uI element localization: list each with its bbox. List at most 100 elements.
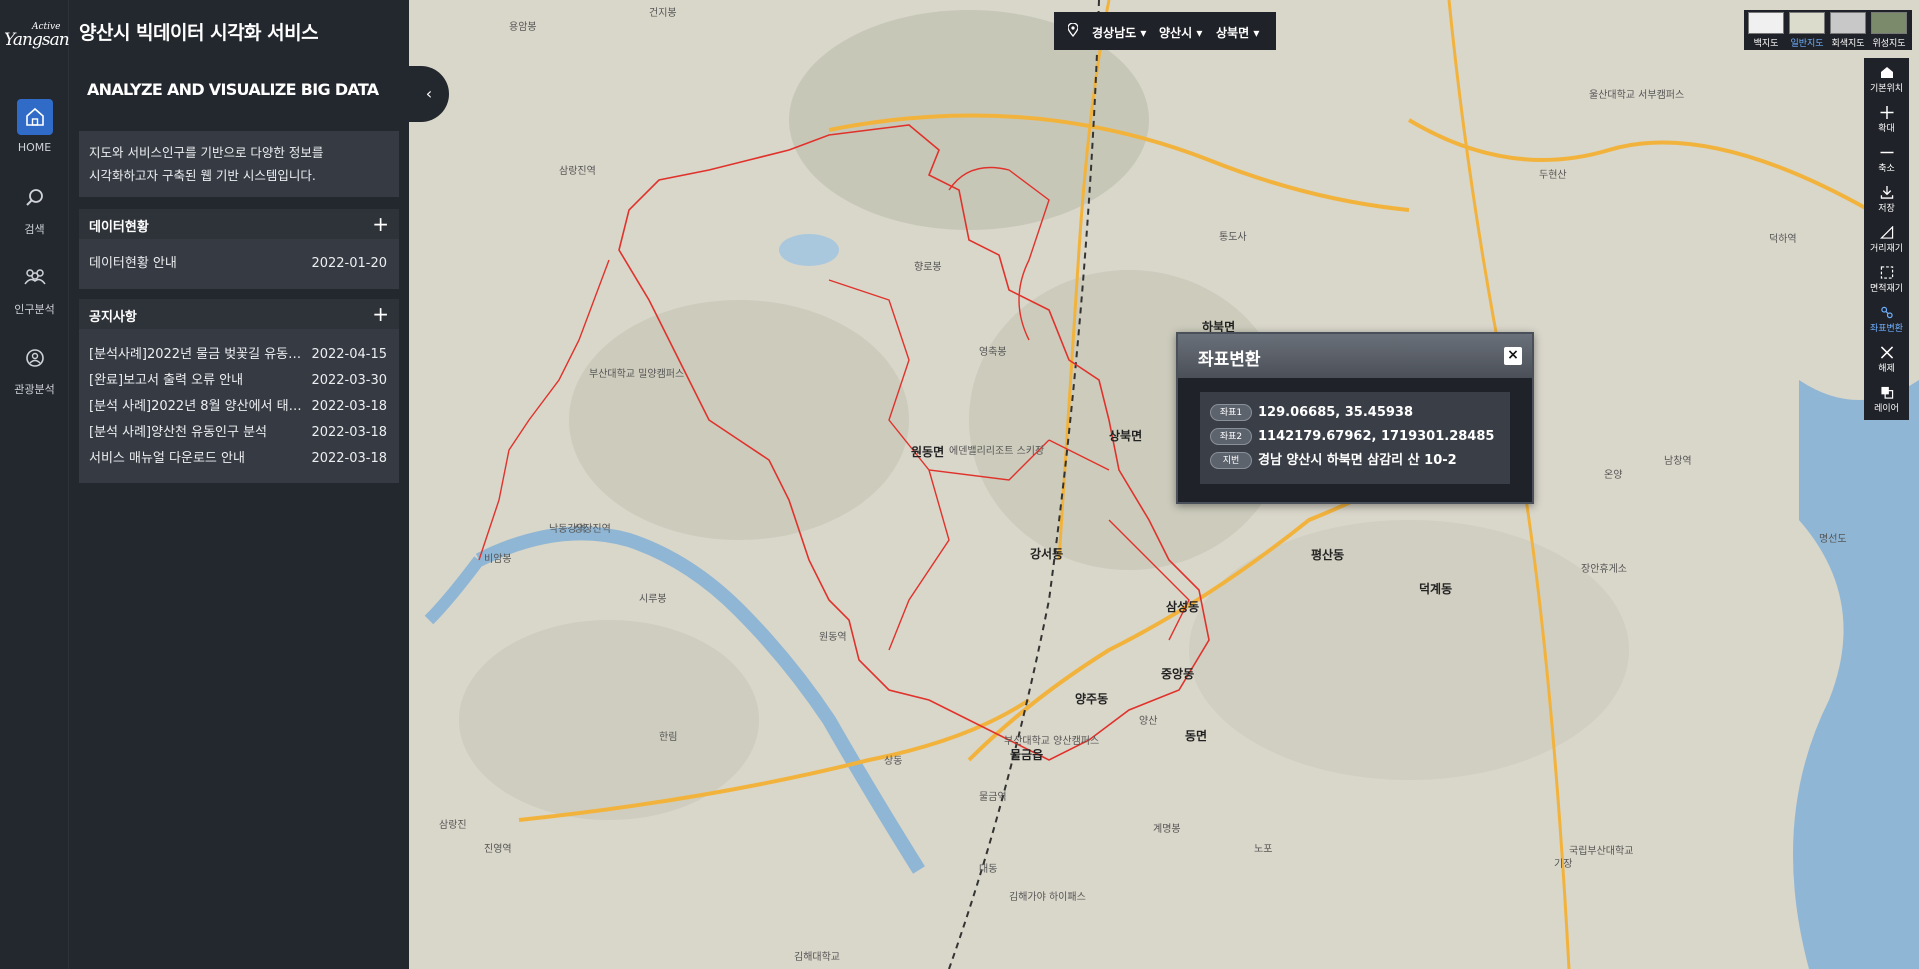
map-label: 노포 xyxy=(1254,844,1273,855)
list-item[interactable]: [분석사례]2022년 물금 벚꽃길 유동인구 분석 2022-04-15 xyxy=(79,342,399,368)
map-label: 부산대학교 밀양캠퍼스 xyxy=(589,369,685,380)
nav-item-population[interactable]: 인구분석 xyxy=(0,259,69,329)
notices-title: 공지사항 xyxy=(89,310,137,325)
tool-default-position[interactable]: 기본위치 xyxy=(1864,60,1909,100)
nav-label-tourism: 관광분석 xyxy=(14,383,55,396)
district-select[interactable]: 상북면 ▾ xyxy=(1216,24,1259,41)
coordinate-tag: 좌표1 xyxy=(1210,404,1252,421)
map-label: 온양 xyxy=(1604,470,1623,481)
basemap-label: 위성지도 xyxy=(1872,39,1906,49)
intro-line-1: 지도와 서비스인구를 기반으로 다양한 정보를 xyxy=(89,145,324,160)
map-label: 김해대학교 xyxy=(794,952,840,963)
coordinate-tag: 좌표2 xyxy=(1210,428,1252,445)
coordinate-row: 좌표2 1142179.67962, 1719301.28485 xyxy=(1210,425,1500,449)
map-label: 장안휴게소 xyxy=(1581,564,1627,575)
map-toolbar: 기본위치 확대 축소 저장 거리재기 면적재기 좌표변환 해제 레이어 xyxy=(1864,58,1909,420)
map-label: 남창역 xyxy=(1664,456,1692,467)
yangsan-logo[interactable]: Active Yangsan xyxy=(2,18,70,58)
list-item-title: 데이터현황 안내 xyxy=(89,256,177,271)
coordinate-icon xyxy=(1864,306,1909,319)
tool-label: 축소 xyxy=(1878,164,1895,174)
coordinate-row: 지번 경남 양산시 하북면 삼감리 산 10-2 xyxy=(1210,449,1500,473)
notices-header: 공지사항 + xyxy=(79,299,399,329)
intro-line-2: 시각화하고자 구축된 웹 기반 시스템입니다. xyxy=(89,168,316,183)
zoom-out-icon xyxy=(1864,146,1909,159)
basemap-label: 일반지도 xyxy=(1790,39,1824,49)
basemap-label: 회색지도 xyxy=(1831,39,1865,49)
tool-label: 확대 xyxy=(1878,124,1895,134)
map-label: 향로봉 xyxy=(914,262,942,273)
basemap-thumbnail xyxy=(1789,12,1825,34)
district-label: 원동면 xyxy=(911,445,945,459)
tool-label: 좌표변환 xyxy=(1869,324,1904,334)
list-item-title: [완료]보고서 출력 오류 안내 xyxy=(89,373,244,388)
map-label: 삼랑진 xyxy=(439,820,467,831)
coordinate-row: 좌표1 129.06685, 35.45938 xyxy=(1210,401,1500,425)
basemap-thumbnail xyxy=(1830,12,1866,34)
nav-item-search[interactable]: 검색 xyxy=(0,179,69,249)
basemap-thumbnail xyxy=(1871,12,1907,34)
map-label: 비암봉 xyxy=(484,554,512,565)
nav-label-population: 인구분석 xyxy=(14,303,55,316)
province-select[interactable]: 경상남도 ▾ xyxy=(1092,24,1146,41)
list-item[interactable]: 서비스 매뉴얼 다운로드 안내 2022-03-18 xyxy=(79,446,399,472)
map-label: 국립부산대학교 xyxy=(1569,846,1634,857)
tool-save[interactable]: 저장 xyxy=(1864,180,1909,220)
download-icon xyxy=(1864,186,1909,199)
list-item[interactable]: [분석 사례]2022년 8월 양산에서 태풍 분석 2022-03-18 xyxy=(79,394,399,420)
district-value: 상북면 xyxy=(1216,26,1250,40)
dialog-header: 좌표변환 × xyxy=(1178,334,1532,378)
intro-box: 지도와 서비스인구를 기반으로 다양한 정보를 시각화하고자 구축된 웹 기반 … xyxy=(79,131,399,197)
tool-zoom-out[interactable]: 축소 xyxy=(1864,140,1909,180)
map-label: 대동 xyxy=(979,864,998,875)
tool-measure-distance[interactable]: 거리재기 xyxy=(1864,220,1909,260)
list-item-title: [분석사례]2022년 물금 벚꽃길 유동인구 분석 xyxy=(89,347,309,362)
province-value: 경상남도 xyxy=(1092,26,1137,40)
map-label: 진영역 xyxy=(484,844,512,855)
map-label: 물금역 xyxy=(979,792,1007,803)
nav-label-search: 검색 xyxy=(24,223,45,236)
tourism-icon xyxy=(17,339,53,375)
dialog-close-button[interactable]: × xyxy=(1504,347,1522,365)
list-item[interactable]: 데이터현황 안내 2022-01-20 xyxy=(79,251,399,277)
district-label: 물금읍 xyxy=(1010,748,1044,762)
list-item-title: [분석 사례]2022년 8월 양산에서 태풍 분석 xyxy=(89,399,309,414)
notices-list: [분석사례]2022년 물금 벚꽃길 유동인구 분석 2022-04-15 [완… xyxy=(79,329,399,483)
city-select[interactable]: 양산시 ▾ xyxy=(1159,24,1202,41)
plus-icon[interactable]: + xyxy=(372,302,389,326)
nav-label-home: HOME xyxy=(17,141,52,154)
map-label: 두현산 xyxy=(1539,170,1567,181)
list-item[interactable]: [완료]보고서 출력 오류 안내 2022-03-30 xyxy=(79,368,399,394)
tool-clear[interactable]: 해제 xyxy=(1864,340,1909,380)
tool-measure-area[interactable]: 면적재기 xyxy=(1864,260,1909,300)
location-pin-icon xyxy=(1067,22,1079,40)
map-label: 상장진역 xyxy=(574,524,611,535)
logo-main-text: Yangsan xyxy=(4,30,70,50)
basemap-option-blank[interactable]: 백지도 xyxy=(1746,12,1786,49)
tool-zoom-in[interactable]: 확대 xyxy=(1864,100,1909,140)
district-label: 평산동 xyxy=(1311,548,1345,562)
map-label: 상동 xyxy=(884,756,903,767)
tool-label: 저장 xyxy=(1878,204,1895,214)
layers-icon xyxy=(1864,386,1909,399)
plus-icon[interactable]: + xyxy=(372,212,389,236)
district-label: 동면 xyxy=(1185,729,1208,743)
basemap-switcher: 백지도 일반지도 회색지도 위성지도 xyxy=(1744,10,1912,50)
basemap-option-gray[interactable]: 회색지도 xyxy=(1828,12,1868,49)
home-icon xyxy=(1864,66,1909,79)
nav-item-home[interactable]: HOME xyxy=(0,99,69,169)
basemap-thumbnail xyxy=(1748,12,1784,34)
nav-item-tourism[interactable]: 관광분석 xyxy=(0,339,69,409)
basemap-option-satellite[interactable]: 위성지도 xyxy=(1869,12,1909,49)
map-label: 한림 xyxy=(659,732,678,743)
map-label: 양산 xyxy=(1139,716,1158,727)
tool-layers[interactable]: 레이어 xyxy=(1864,380,1909,420)
map-view[interactable]: 용암봉 건지봉 삼랑진역 낙동강역 비암봉 시루봉 한림 진영역 삼랑진 상장진… xyxy=(409,0,1919,969)
area-icon xyxy=(1864,266,1909,279)
chevron-down-icon: ▾ xyxy=(1253,26,1260,40)
district-label: 삼성동 xyxy=(1166,600,1200,614)
map-label: 용암봉 xyxy=(509,22,537,33)
list-item[interactable]: [분석 사례]양산천 유동인구 분석 2022-03-18 xyxy=(79,420,399,446)
tool-coordinate-convert[interactable]: 좌표변환 xyxy=(1864,300,1909,340)
basemap-option-general[interactable]: 일반지도 xyxy=(1787,12,1827,49)
